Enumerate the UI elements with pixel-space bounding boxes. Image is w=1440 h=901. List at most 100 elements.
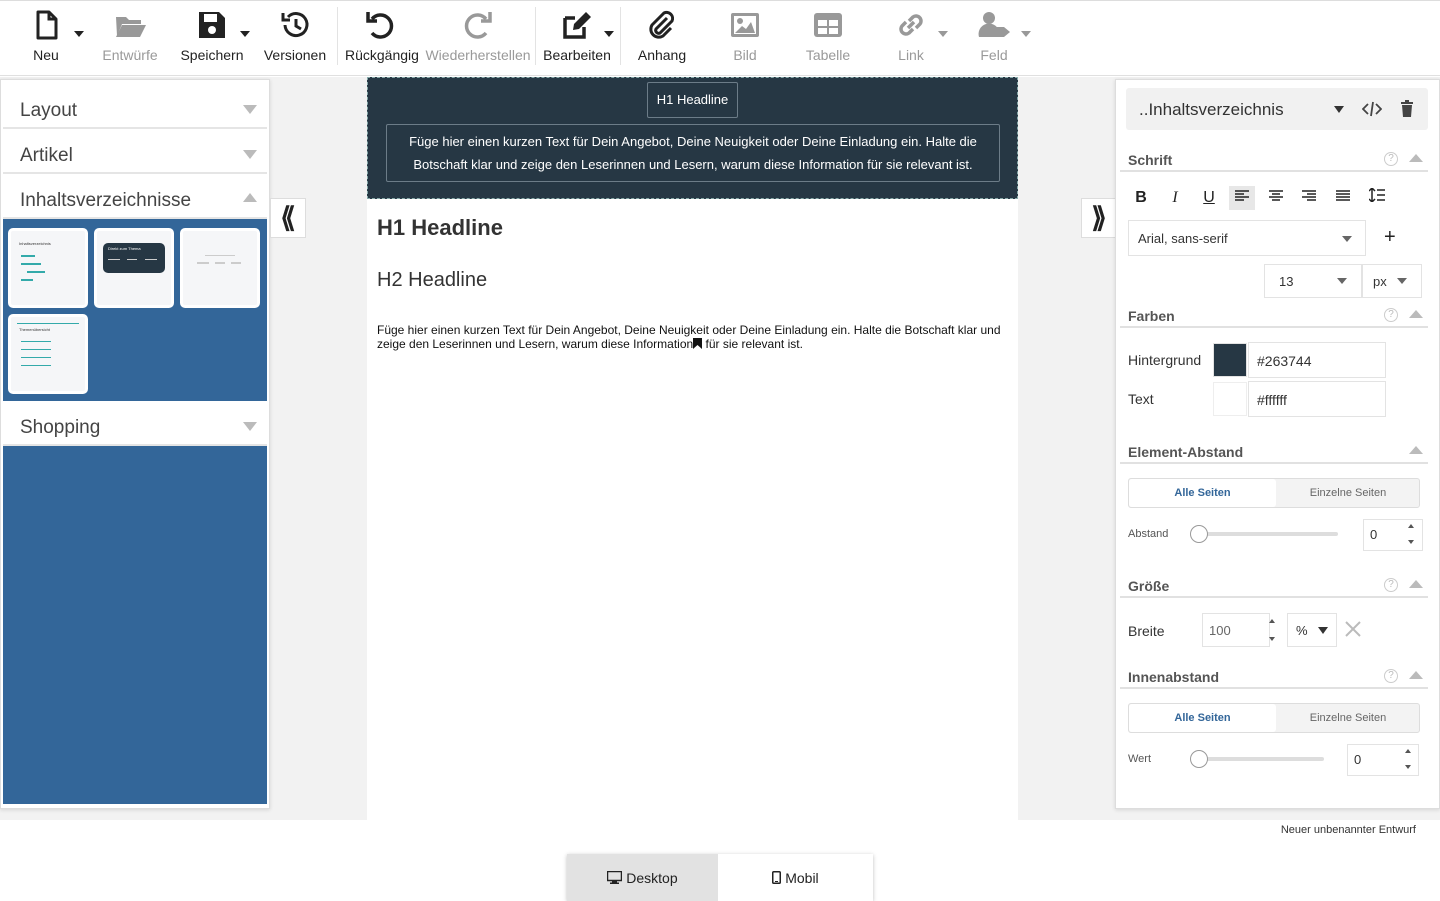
versions-button[interactable]: Versionen [263,1,327,73]
spacing-value-input[interactable]: 0 [1363,519,1423,551]
text-color-input[interactable]: #ffffff [1248,381,1386,417]
hero-block[interactable]: H1 Headline Füge hier einen kurzen Text … [367,77,1018,199]
caret-down-icon [1334,106,1344,113]
edit-button[interactable]: Bearbeiten [543,1,611,73]
font-size-select[interactable]: 13 [1264,264,1362,298]
spin-down-icon[interactable] [1269,637,1275,641]
background-color-input[interactable]: #263744 [1248,342,1386,378]
spin-up-icon[interactable] [1269,619,1275,623]
element-select[interactable]: ..Inhaltsverzeichnis [1126,88,1428,130]
line-height-button[interactable] [1364,186,1390,210]
collapse-right-panel-button[interactable]: ⟫ [1081,198,1117,238]
new-dropdown-caret[interactable] [74,31,84,37]
thumbnail-hero: Direkt zum Thema [103,243,165,273]
accordion-articles-label: Artikel [20,145,73,166]
padding-slider-track[interactable] [1194,757,1324,761]
spacing-all-sides-option[interactable]: Alle Seiten [1129,479,1276,507]
redo-button[interactable]: Wiederherstellen [425,1,531,73]
versions-label: Versionen [263,47,327,63]
padding-mode-toggle: Alle Seiten Einzelne Seiten [1128,703,1420,733]
background-color-swatch[interactable] [1213,343,1247,377]
image-button[interactable]: Bild [713,1,777,73]
font-unit-select[interactable]: px [1362,264,1422,298]
spacing-slider-track[interactable] [1194,532,1338,536]
help-icon[interactable]: ? [1384,152,1398,166]
clear-width-icon[interactable] [1345,621,1361,637]
desktop-view-button[interactable]: Desktop [567,854,718,901]
collapse-left-panel-button[interactable]: ⟪ [270,198,306,238]
font-family-select[interactable]: Arial, sans-serif [1128,220,1366,256]
underline-button[interactable]: U [1196,186,1222,210]
italic-button[interactable]: I [1162,186,1188,210]
block-thumbnail-toc[interactable]: Inhaltsverzeichnis [8,228,88,308]
table-button[interactable]: Tabelle [796,1,860,73]
drafts-button[interactable]: Entwürfe [100,1,160,73]
table-icon [814,13,842,37]
align-right-button[interactable] [1296,186,1322,210]
align-justify-icon [1336,190,1350,201]
field-dropdown-caret[interactable] [1021,31,1031,37]
help-icon[interactable]: ? [1384,578,1398,592]
spacing-single-sides-option[interactable]: Einzelne Seiten [1276,479,1420,507]
block-thumbnail-topic[interactable]: Direkt zum Thema [94,228,174,308]
width-value-input[interactable]: 100 [1202,613,1270,647]
accordion-toc[interactable]: Inhaltsverzeichnisse [3,175,267,219]
new-document-icon [36,10,58,40]
mobile-view-button[interactable]: Mobil [718,854,873,901]
code-icon[interactable] [1362,100,1382,118]
save-dropdown-caret[interactable] [240,31,250,37]
section-size-header[interactable]: Größe ? [1120,578,1428,598]
link-dropdown-caret[interactable] [938,31,948,37]
headline-h2[interactable]: H2 Headline [377,269,487,292]
align-center-button[interactable] [1263,186,1289,210]
padding-all-sides-option[interactable]: Alle Seiten [1129,704,1276,732]
hero-text-box[interactable]: Füge hier einen kurzen Text für Dein Ang… [386,124,1000,182]
align-center-icon [1269,190,1283,201]
spin-up-icon[interactable] [1408,524,1414,528]
accordion-layout[interactable]: Layout [3,85,267,129]
padding-single-sides-option[interactable]: Einzelne Seiten [1276,704,1420,732]
block-thumbnail-overview[interactable]: Themenübersicht [8,314,88,394]
spin-down-icon[interactable] [1405,765,1411,769]
hero-headline-tag[interactable]: H1 Headline [647,82,738,118]
align-justify-button[interactable] [1330,186,1356,210]
help-icon[interactable]: ? [1384,308,1398,322]
headline-h1[interactable]: H1 Headline [377,215,503,241]
accordion-articles[interactable]: Artikel [3,130,267,174]
font-size-value: 13 [1279,274,1294,289]
double-chevron-left-icon: ⟪ [280,202,296,233]
link-button[interactable]: Link [880,1,942,73]
main-toolbar: Neu Entwürfe Speichern Versionen Rückgän… [0,0,1440,76]
edit-dropdown-caret[interactable] [604,31,614,37]
font-family-value: Arial, sans-serif [1138,231,1228,246]
padding-slider-handle[interactable] [1190,750,1208,768]
section-spacing-header[interactable]: Element-Abstand [1120,444,1428,464]
line-height-icon [1368,186,1385,204]
spacing-slider-handle[interactable] [1190,525,1208,543]
caret-up-icon [1409,446,1423,454]
bold-button[interactable]: B [1128,186,1154,210]
spin-down-icon[interactable] [1408,540,1414,544]
body-paragraph[interactable]: Füge hier einen kurzen Text für Dein Ang… [377,323,1007,351]
align-left-button[interactable] [1229,186,1255,210]
text-color-swatch[interactable] [1213,382,1247,416]
accordion-shopping-label: Shopping [20,417,101,438]
field-button[interactable]: Feld [962,1,1026,73]
add-font-plus-icon[interactable]: + [1384,226,1396,249]
accordion-shopping[interactable]: Shopping [3,402,267,446]
block-thumbnail-nav[interactable] [180,228,260,308]
save-icon [199,12,225,38]
draft-status-text: Neuer unbenannter Entwurf [1280,824,1416,836]
section-colors-header[interactable]: Farben ? [1120,308,1428,328]
thumbnail-line [215,262,225,264]
new-button[interactable]: Neu [20,1,72,73]
help-icon[interactable]: ? [1384,669,1398,683]
trash-icon[interactable] [1400,100,1414,117]
spin-up-icon[interactable] [1405,749,1411,753]
section-font-header[interactable]: Schrift ? [1120,152,1428,172]
width-unit-select[interactable]: % [1287,613,1337,647]
attachment-button[interactable]: Anhang [630,1,694,73]
save-button[interactable]: Speichern [180,1,244,73]
section-padding-header[interactable]: Innenabstand ? [1120,669,1428,689]
undo-button[interactable]: Rückgängig [345,1,419,73]
